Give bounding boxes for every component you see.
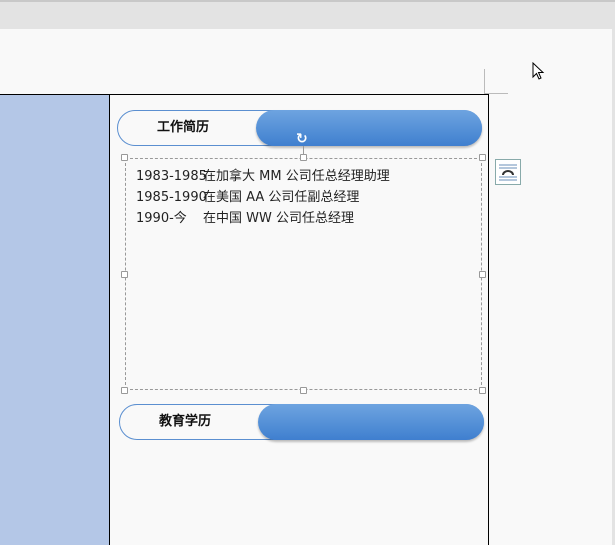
resize-handle[interactable] <box>479 154 486 161</box>
layout-options-icon[interactable] <box>495 159 521 185</box>
section-header-education[interactable]: 教育学历 <box>119 404 484 440</box>
list-item: 1990-今 在中国 WW 公司任总经理 <box>136 207 354 226</box>
header-bar-shape[interactable] <box>256 110 482 146</box>
crop-mark <box>484 69 485 94</box>
section-title: 工作简历 <box>156 120 209 135</box>
resize-handle[interactable] <box>300 154 307 161</box>
entry-text: 在美国 AA 公司任副总经理 <box>203 190 360 205</box>
resize-handle[interactable] <box>479 271 486 278</box>
entry-text: 在加拿大 MM 公司任总经理助理 <box>203 169 390 184</box>
entry-years: 1983-1985 <box>136 169 207 184</box>
resize-handle[interactable] <box>479 387 486 394</box>
ruler-bar <box>0 0 615 29</box>
rotate-handle-icon[interactable]: ↻ <box>296 131 308 147</box>
header-bar-shape[interactable] <box>258 404 484 440</box>
list-item: 1983-1985在加拿大 MM 公司任总经理助理 <box>136 165 390 184</box>
resume-sidebar <box>0 94 110 545</box>
work-history-textbox[interactable]: 1983-1985在加拿大 MM 公司任总经理助理 1985-1990在美国 A… <box>125 158 482 390</box>
section-title: 教育学历 <box>158 414 211 429</box>
entry-years: 1985-1990 <box>136 190 207 205</box>
resize-handle[interactable] <box>121 271 128 278</box>
entry-years: 1990-今 <box>136 211 187 226</box>
entry-text: 在中国 WW 公司任总经理 <box>203 211 354 226</box>
resize-handle[interactable] <box>121 387 128 394</box>
mouse-pointer-icon <box>532 61 546 86</box>
resize-handle[interactable] <box>121 154 128 161</box>
list-item: 1985-1990在美国 AA 公司任副总经理 <box>136 186 359 205</box>
resize-handle[interactable] <box>300 387 307 394</box>
